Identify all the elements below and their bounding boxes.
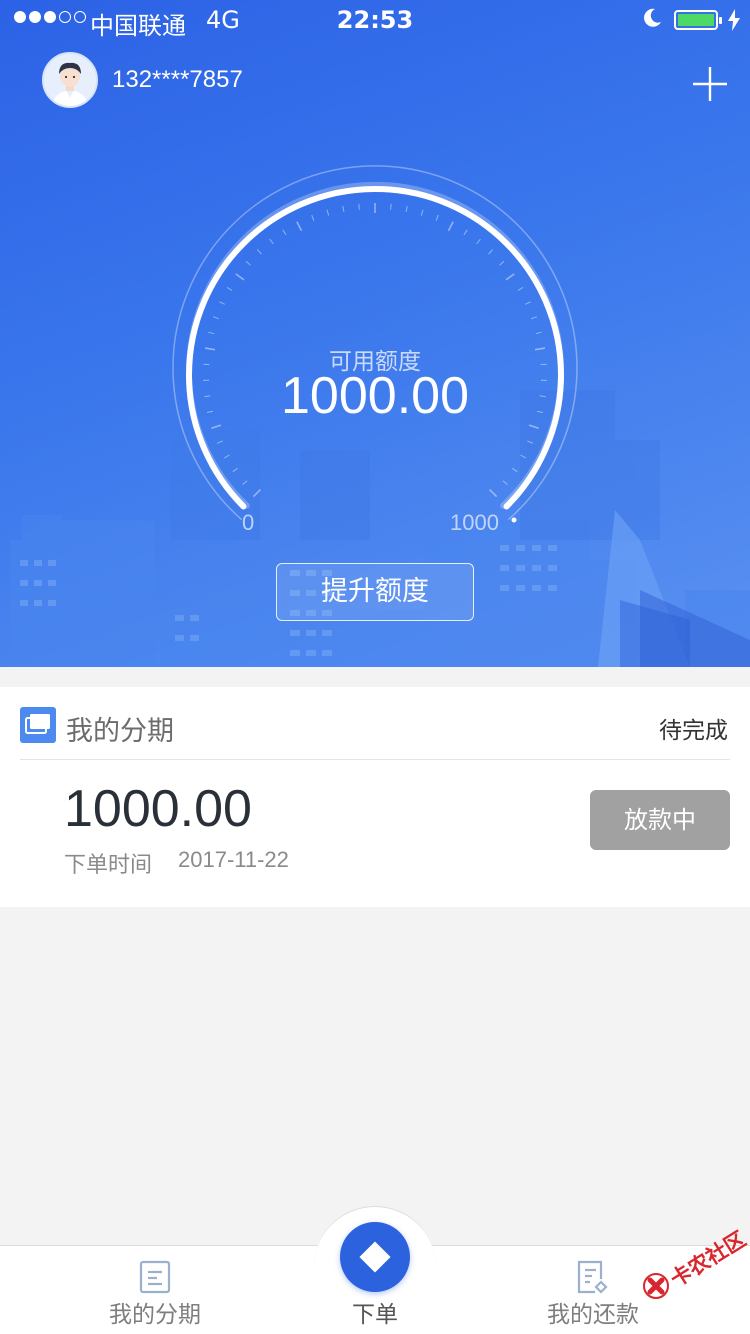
gauge-tick [224, 454, 230, 459]
available-credit-value: 1000.00 [281, 367, 469, 425]
gauge-tick [326, 209, 330, 216]
gauge-tick [517, 286, 524, 291]
gauge-tick [216, 440, 223, 444]
gauge-tick [527, 440, 534, 444]
gauge-max-label: 1000 [450, 510, 499, 535]
gauge-tick [489, 489, 498, 498]
gauge-tick [488, 249, 494, 255]
gauge-tick [296, 221, 303, 232]
gauge-tick [524, 301, 531, 305]
place-order-label[interactable]: 下单 [300, 1295, 450, 1329]
gauge-tick [252, 489, 261, 498]
order-time-label: 下单时间 [64, 853, 153, 878]
tab-my-installments[interactable]: 我的分期 [80, 1245, 230, 1334]
gauge-tick [499, 260, 505, 266]
gauge-end-dot [511, 517, 517, 523]
installments-title: 我的分期 [66, 716, 174, 747]
gauge-tick [282, 229, 287, 236]
order-amount: 1000.00 [64, 780, 252, 838]
gauge-tick [213, 316, 219, 320]
gauge-tick [256, 249, 262, 255]
gauge-tick [512, 467, 518, 473]
gauge-tick [531, 316, 537, 320]
gauge-tick [520, 454, 526, 459]
installments-card: 我的分期 待完成 1000.00 下单时间 2017-11-22 放款中 [0, 687, 750, 907]
installments-status[interactable]: 待完成 [659, 711, 728, 745]
gauge-tick [502, 480, 508, 485]
gauge-tick [208, 331, 215, 335]
gauge-tick [535, 331, 542, 335]
gauge-tick [242, 480, 248, 485]
gauge-tick [390, 203, 392, 210]
gauge-tick [269, 238, 274, 245]
gauge-tick [219, 301, 226, 305]
document-icon [139, 1260, 171, 1294]
gauge-tick [405, 205, 408, 212]
gauge-tick [311, 214, 315, 221]
gauge-tick [342, 205, 345, 212]
place-order-button[interactable] [340, 1222, 410, 1292]
loan-status-button[interactable]: 放款中 [590, 790, 730, 850]
tab-label: 我的分期 [109, 1302, 201, 1328]
gauge-tick [232, 467, 238, 473]
gauge-tick [447, 221, 454, 232]
document-edit-icon [577, 1260, 608, 1294]
gauge-tick [435, 214, 439, 221]
gauge-tick [420, 209, 424, 216]
divider [20, 759, 730, 760]
hero-section: 中国联通 4G 22:53 132****7857 可用额度 1000.00 0… [0, 0, 750, 667]
order-time-value: 2017-11-22 [178, 847, 289, 872]
gauge-tick [476, 238, 481, 245]
gauge-min-label: 0 [242, 510, 255, 535]
gauge-tick [226, 286, 233, 291]
gauge-tick [235, 273, 245, 281]
gauge-tick [463, 229, 468, 236]
gauge-tick [245, 260, 251, 266]
gauge-tick [505, 273, 515, 281]
gauge-tick [358, 203, 360, 210]
raise-limit-button[interactable]: 提升额度 [276, 563, 474, 621]
cards-icon [20, 707, 56, 743]
diamond-icon [359, 1241, 391, 1273]
